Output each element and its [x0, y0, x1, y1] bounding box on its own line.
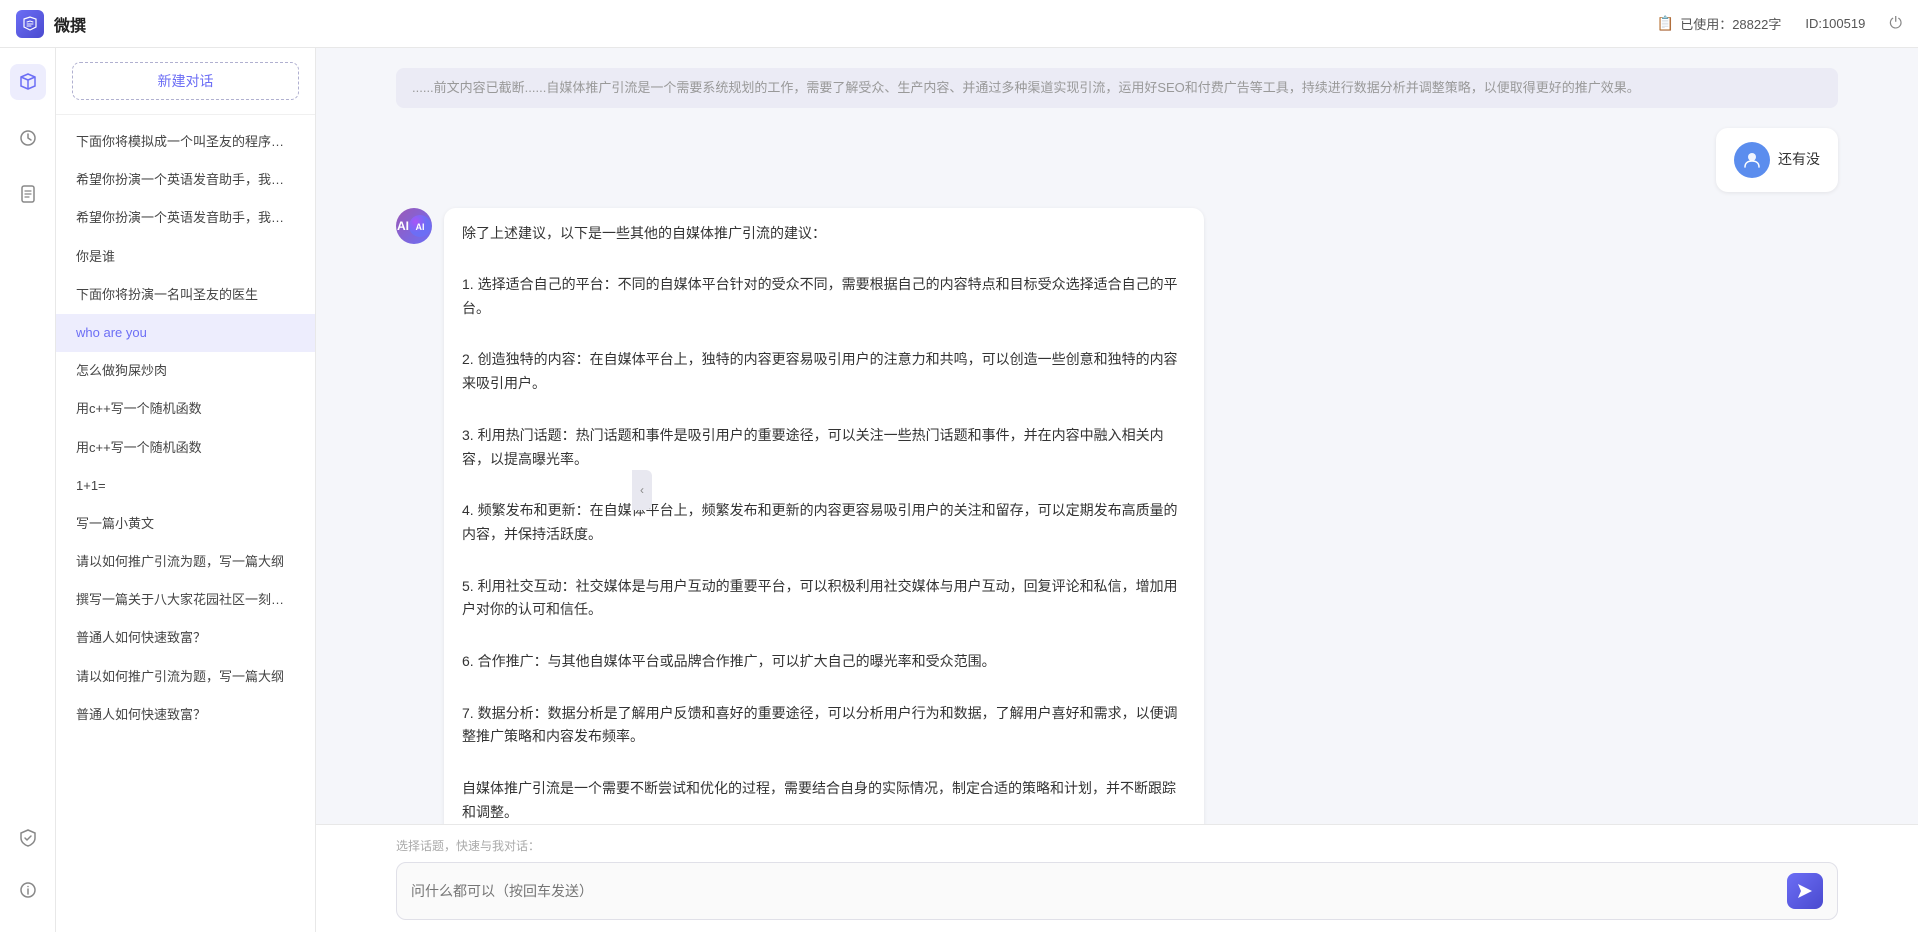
icon-bar-box[interactable] — [10, 64, 46, 100]
sidebar-item[interactable]: 下面你将扮演一名叫圣友的医生 — [56, 276, 315, 314]
sidebar-toggle[interactable]: ‹ — [632, 470, 652, 510]
sidebar-item[interactable]: 你是谁 — [56, 238, 315, 276]
chat-area: ......前文内容已截断......自媒体推广引流是一个需要系统规划的工作，需… — [316, 48, 1918, 932]
sidebar-item[interactable]: 下面你将模拟成一个叫圣友的程序员，我说... — [56, 123, 315, 161]
usage-info: 📋 已使用：28822字 — [1657, 14, 1782, 33]
sidebar-item[interactable]: 请以如何推广引流为题，写一篇大纲 — [56, 543, 315, 581]
sidebar-item[interactable]: 写一篇小黄文 — [56, 505, 315, 543]
power-icon[interactable]: ⏻ — [1889, 15, 1902, 33]
sidebar-list: 下面你将模拟成一个叫圣友的程序员，我说...希望你扮演一个英语发音助手，我提供给… — [56, 115, 315, 932]
sidebar: 新建对话 下面你将模拟成一个叫圣友的程序员，我说...希望你扮演一个英语发音助手… — [56, 48, 316, 932]
ai-avatar: AI — [396, 208, 432, 244]
sidebar-item[interactable]: 撰写一篇关于八大家花园社区一刻钟便民生... — [56, 581, 315, 619]
icon-bar — [0, 48, 56, 932]
user-message-bubble: 还有没 — [1716, 128, 1838, 192]
header: 微撰 📋 已使用：28822字 ID:100519 ⏻ — [0, 0, 1918, 48]
main-layout: 新建对话 下面你将模拟成一个叫圣友的程序员，我说...希望你扮演一个英语发音助手… — [0, 48, 1918, 932]
icon-bar-document[interactable] — [10, 176, 46, 212]
sidebar-item[interactable]: 1+1= — [56, 467, 315, 505]
logo-icon — [16, 10, 44, 38]
icon-bar-info[interactable] — [10, 872, 46, 908]
sidebar-item[interactable]: 怎么做狗屎炒肉 — [56, 352, 315, 390]
user-avatar — [1734, 142, 1770, 178]
icon-bar-clock[interactable] — [10, 120, 46, 156]
sidebar-item[interactable]: who are you — [56, 314, 315, 352]
new-chat-button[interactable]: 新建对话 — [72, 62, 299, 100]
sidebar-item[interactable]: 希望你扮演一个英语发音助手，我提供给你... — [56, 161, 315, 199]
truncated-text: ......前文内容已截断......自媒体推广引流是一个需要系统规划的工作，需… — [412, 78, 1822, 98]
truncated-indicator: ......前文内容已截断......自媒体推广引流是一个需要系统规划的工作，需… — [396, 68, 1838, 108]
sidebar-item[interactable]: 用c++写一个随机函数 — [56, 390, 315, 428]
sidebar-item[interactable]: 普通人如何快速致富？ — [56, 696, 315, 734]
user-message-row: 还有没 — [316, 128, 1918, 192]
usage-label: 已使用：28822字 — [1680, 14, 1781, 33]
ai-message-bubble: 除了上述建议，以下是一些其他的自媒体推广引流的建议：1. 选择适合自己的平台：不… — [444, 208, 1204, 825]
user-message-text: 还有没 — [1778, 148, 1820, 172]
chat-input-area: 选择话题，快速与我对话： — [316, 824, 1918, 932]
sidebar-item[interactable]: 希望你扮演一个英语发音助手，我提供给你... — [56, 199, 315, 237]
send-button[interactable] — [1787, 873, 1823, 909]
chat-messages: ......前文内容已截断......自媒体推广引流是一个需要系统规划的工作，需… — [316, 48, 1918, 824]
svg-text:AI: AI — [416, 222, 425, 232]
sidebar-item[interactable]: 用c++写一个随机函数 — [56, 429, 315, 467]
input-container — [396, 862, 1838, 920]
id-label: ID:100519 — [1805, 16, 1865, 31]
sidebar-item[interactable]: 请以如何推广引流为题，写一篇大纲 — [56, 658, 315, 696]
app-title: 微撰 — [54, 12, 86, 36]
header-left: 微撰 — [16, 10, 86, 38]
quick-select-label: 选择话题，快速与我对话： — [396, 837, 1838, 854]
icon-bar-shield[interactable] — [10, 820, 46, 856]
usage-icon: 📋 — [1657, 15, 1674, 32]
sidebar-item[interactable]: 普通人如何快速致富？ — [56, 619, 315, 657]
ai-message-row: AI 除了上述建议，以下是一些其他的自媒体推广引流的建议：1. 选择适合自己的平… — [316, 208, 1918, 825]
header-right: 📋 已使用：28822字 ID:100519 ⏻ — [1657, 14, 1902, 33]
sidebar-header: 新建对话 — [56, 48, 315, 115]
chat-input[interactable] — [411, 881, 1777, 901]
